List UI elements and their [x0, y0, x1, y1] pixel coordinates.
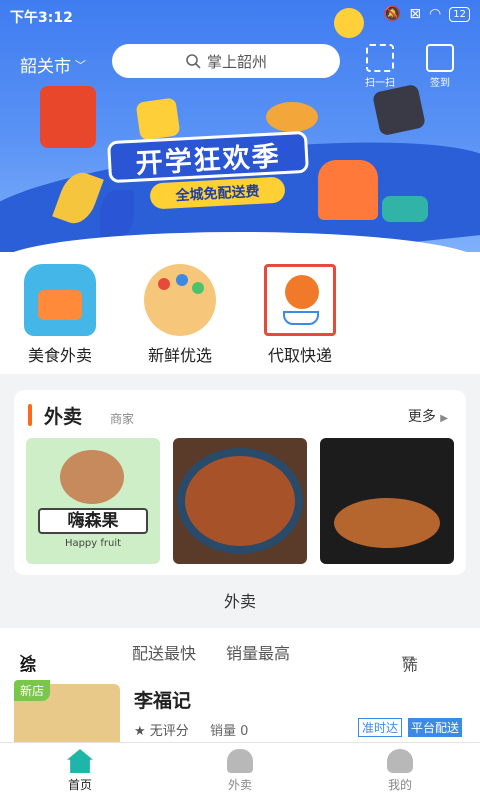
rating: ★ 无评分 — [134, 724, 189, 739]
calendar-check-icon — [426, 44, 454, 72]
quick-fresh-picks[interactable]: 新鲜优选 — [120, 252, 240, 374]
search-icon — [186, 54, 201, 69]
quick-food-delivery[interactable]: 美食外卖 — [0, 252, 120, 374]
food-image — [334, 498, 440, 548]
promo-banner[interactable] — [0, 0, 480, 252]
shop-title: 李福记 — [134, 690, 192, 712]
star-icon: ★ — [134, 724, 146, 739]
list-item[interactable]: 新店 李福记 ★ 无评分 销量 0 准时达 平台配送 — [0, 672, 480, 748]
battery-icon: 12 — [449, 6, 470, 22]
scan-icon — [366, 44, 394, 72]
book-decoration — [135, 97, 181, 141]
takeout-section: 外卖 商家 更多 ▶ 嗨森果 Happy fruit — [14, 390, 466, 575]
signin-button[interactable]: 签到 — [422, 44, 458, 89]
quick-label: 美食外卖 — [27, 346, 92, 365]
student-illustration — [318, 160, 378, 220]
shop-slogan: Happy fruit — [64, 538, 122, 549]
quick-parcel-pickup[interactable]: 代取快递 — [240, 252, 360, 374]
bottom-tab-bar: 首页 外卖 我的 — [0, 742, 480, 800]
backpack-decoration — [40, 86, 96, 148]
wifi-icon: ◠ — [429, 6, 442, 22]
sales-count: 销量 0 — [210, 724, 249, 739]
sort-top-sales[interactable]: 销量最高 — [226, 640, 290, 664]
city-selector[interactable]: 韶关市 ﹀ — [20, 52, 86, 77]
scan-label: 扫一扫 — [365, 78, 395, 89]
user-icon — [387, 749, 413, 773]
more-link[interactable]: 更多 ▶ — [408, 406, 448, 426]
basketball-hoop-icon — [264, 264, 336, 336]
books-illustration — [382, 196, 428, 222]
tab-takeout[interactable]: 外卖 — [160, 743, 320, 800]
section-footer: 外卖 — [223, 592, 256, 611]
home-icon — [67, 749, 93, 773]
sim-icon: ⊠ — [409, 6, 422, 22]
section-subtitle: 商家 — [110, 412, 135, 426]
quick-entries: 美食外卖 新鲜优选 代取快递 — [0, 252, 480, 374]
shop-card-food-2[interactable] — [173, 438, 307, 564]
search-input[interactable]: 掌上韶州 — [112, 44, 340, 78]
paint-box-decoration — [371, 83, 427, 137]
new-store-badge: 新店 — [14, 680, 51, 701]
shop-card-happy-fruit[interactable]: 嗨森果 Happy fruit — [26, 438, 160, 564]
chevron-down-icon: ﹀ — [75, 58, 86, 72]
backpack-icon — [24, 264, 96, 336]
shop-name: 嗨森果 — [38, 508, 148, 534]
on-time-tag: 准时达 — [358, 718, 403, 737]
food-image — [185, 456, 295, 546]
tab-home[interactable]: 首页 — [0, 743, 160, 800]
status-time: 下午3:12 — [10, 10, 73, 26]
tab-profile[interactable]: 我的 — [320, 743, 480, 800]
quick-label: 代取快递 — [267, 346, 332, 365]
status-bar: 下午3:12 🔕 ⊠ ◠ 12 — [0, 0, 480, 30]
triangle-right-icon: ▶ — [440, 413, 448, 424]
burger-icon — [227, 749, 253, 773]
section-title: 外卖 — [44, 406, 83, 428]
palette-icon — [144, 264, 216, 336]
chevron-down-icon: ﹀ — [20, 654, 33, 668]
leaf-decoration — [100, 190, 134, 238]
search-placeholder: 掌上韶州 — [206, 52, 267, 71]
signin-label: 签到 — [430, 78, 450, 89]
palette-decoration — [266, 102, 318, 132]
city-label: 韶关市 — [20, 57, 71, 77]
funnel-icon: ▽ — [402, 652, 415, 671]
platform-delivery-tag: 平台配送 — [408, 718, 463, 737]
mute-icon: 🔕 — [383, 6, 402, 22]
sort-fastest[interactable]: 配送最快 — [132, 640, 196, 664]
shop-card-food-3[interactable] — [320, 438, 454, 564]
mascot-image — [60, 450, 124, 504]
scan-button[interactable]: 扫一扫 — [362, 44, 398, 89]
quick-label: 新鲜优选 — [147, 346, 212, 365]
sort-bar: 综合排序 ﹀ 配送最快 销量最高 筛选 ▽ — [0, 628, 480, 747]
